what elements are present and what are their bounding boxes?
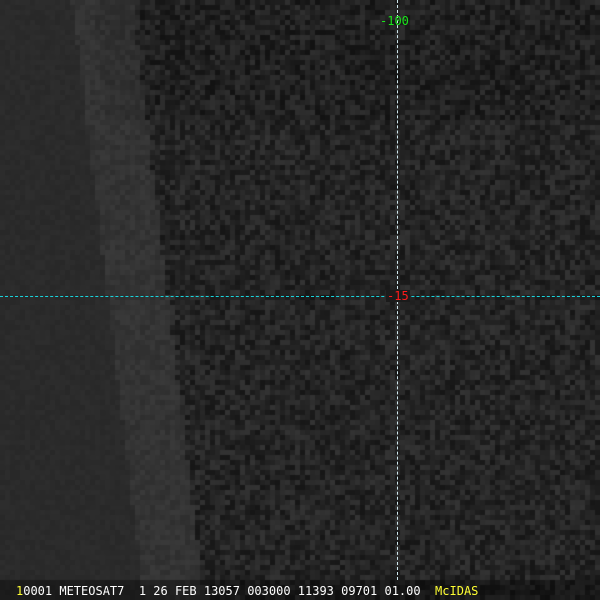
longitude-label: -100	[380, 14, 409, 28]
latitude-label: -15	[386, 289, 410, 303]
image-info-text: 0001 METEOSAT7 1 26 FEB 13057 003000 113…	[23, 584, 421, 598]
satellite-image-viewer: -100 -15 10001 METEOSAT7 1 26 FEB 13057 …	[0, 0, 600, 600]
frame-number: 1	[16, 584, 24, 598]
satellite-imagery	[0, 0, 600, 600]
latitude-gridline	[0, 296, 600, 297]
mcidas-brand: McIDAS	[435, 584, 479, 598]
image-info-bar: 10001 METEOSAT7 1 26 FEB 13057 003000 11…	[0, 580, 600, 600]
